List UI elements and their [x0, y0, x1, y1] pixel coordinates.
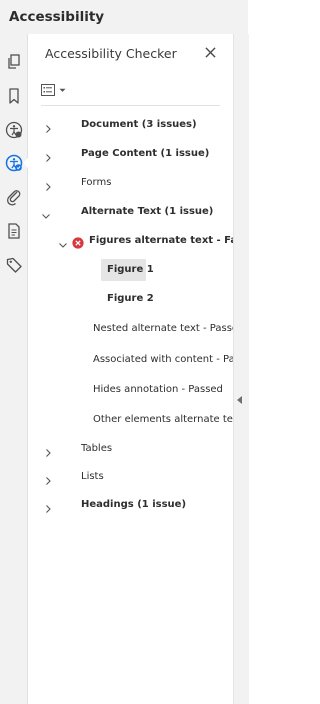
panel-resize-gutter[interactable] — [233, 34, 249, 704]
navigation-rail — [0, 34, 29, 704]
accessibility-checker-panel: Accessibility Checker Document (3 issues… — [28, 34, 233, 704]
options-menu-button[interactable] — [41, 81, 75, 99]
tree-item-label: Alternate Text (1 issue) — [81, 206, 214, 217]
tree-item-figures-alternate-text[interactable]: Figures alternate text - Failed — [28, 229, 233, 253]
chevron-down-icon — [41, 207, 51, 219]
chevron-right-icon — [43, 444, 53, 457]
tree-item-document[interactable]: Document (3 issues) — [28, 113, 233, 137]
tree-item-label: Document (3 issues) — [81, 119, 197, 130]
bookmark-icon[interactable] — [3, 85, 25, 107]
panel-header: Accessibility Checker — [28, 34, 233, 74]
collapse-panel-arrow-icon[interactable] — [237, 396, 242, 404]
tree-item-hides-annotation[interactable]: Hides annotation - Passed — [28, 378, 233, 402]
tree-item-label: Tables — [81, 443, 113, 454]
panel-title: Accessibility Checker — [45, 46, 177, 61]
chevron-right-icon — [43, 178, 53, 191]
close-icon[interactable] — [202, 44, 218, 60]
accessibility-checker-icon[interactable] — [3, 152, 29, 174]
tree-item-label: Hides annotation - Passed — [93, 384, 223, 395]
tree-item-label: Page Content (1 issue) — [81, 148, 210, 159]
tree-item-label: Figure 1 — [107, 264, 154, 275]
tree-item-label: Forms — [81, 177, 112, 188]
tree-item-label: Figures alternate text - Failed — [89, 235, 233, 246]
tree-item-headings[interactable]: Headings (1 issue) — [28, 493, 233, 517]
attachment-icon[interactable] — [3, 186, 25, 208]
header-divider — [41, 105, 220, 106]
tree-item-page-content[interactable]: Page Content (1 issue) — [28, 142, 233, 166]
chevron-down-icon — [59, 88, 66, 92]
accessibility-tags-icon[interactable] — [3, 119, 25, 141]
tree-item-other-elements-alternate-text[interactable]: Other elements alternate text - — [28, 408, 233, 432]
chevron-right-icon — [43, 472, 53, 485]
tree-item-lists[interactable]: Lists — [28, 465, 233, 489]
tree-item-nested-alternate-text[interactable]: Nested alternate text - Passed — [28, 317, 233, 341]
tree-item-label: Headings (1 issue) — [81, 499, 187, 510]
failed-status-icon — [72, 235, 84, 249]
tree-item-label: Associated with content - Pass — [93, 354, 233, 365]
tree-item-figure-1[interactable]: Figure 1 — [28, 258, 233, 282]
chevron-right-icon — [43, 500, 53, 513]
panel-window-title: Accessibility — [0, 0, 248, 34]
tree-item-associated-with-content[interactable]: Associated with content - Pass — [28, 348, 233, 372]
chevron-right-icon — [43, 149, 53, 162]
tree-item-label: Other elements alternate text - — [93, 414, 233, 425]
chevron-down-icon — [58, 236, 68, 248]
tree-item-label: Nested alternate text - Passed — [93, 323, 233, 334]
chevron-right-icon — [43, 120, 53, 133]
tag-icon[interactable] — [3, 254, 25, 276]
tree-item-forms[interactable]: Forms — [28, 171, 233, 195]
tree-item-label: Lists — [81, 471, 104, 482]
tree-item-tables[interactable]: Tables — [28, 437, 233, 461]
tree-item-label: Figure 2 — [107, 293, 154, 304]
options-menu-icon — [41, 84, 55, 96]
tree-item-figure-2[interactable]: Figure 2 — [28, 287, 233, 311]
content-icon[interactable] — [3, 220, 25, 242]
pages-icon[interactable] — [3, 51, 25, 73]
tree-item-alternate-text[interactable]: Alternate Text (1 issue) — [28, 200, 233, 224]
